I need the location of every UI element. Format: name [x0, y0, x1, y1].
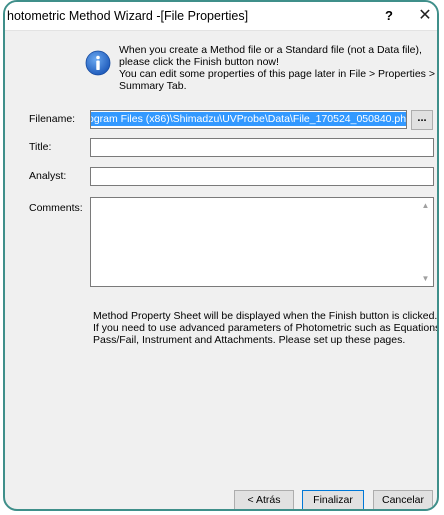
- browse-button[interactable]: ...: [411, 110, 433, 130]
- info-line: please click the Finish button now!: [119, 56, 279, 68]
- info-icon: [85, 50, 111, 76]
- filename-label: Filename:: [29, 113, 76, 125]
- comments-label: Comments:: [29, 202, 83, 214]
- info-line: Summary Tab.: [119, 80, 187, 92]
- wizard-dialog: hotometric Method Wizard -[File Properti…: [3, 0, 439, 511]
- back-button[interactable]: < Atrás: [234, 490, 294, 509]
- comments-scrollbar[interactable]: ▲ ▼: [418, 198, 433, 286]
- analyst-field[interactable]: [90, 167, 434, 186]
- comments-field[interactable]: ▲ ▼: [90, 197, 434, 287]
- note-line: If you need to use advanced parameters o…: [93, 322, 439, 334]
- finish-button[interactable]: Finalizar: [302, 490, 364, 509]
- finish-note: Method Property Sheet will be displayed …: [93, 310, 439, 346]
- note-line: Pass/Fail, Instrument and Attachments. P…: [93, 334, 406, 346]
- filename-field[interactable]: ogram Files (x86)\Shimadzu\UVProbe\Data\…: [90, 110, 407, 129]
- analyst-label: Analyst:: [29, 170, 67, 182]
- close-icon[interactable]: ✕: [415, 6, 435, 26]
- scroll-up-icon[interactable]: ▲: [418, 198, 433, 213]
- title-label: Title:: [29, 141, 52, 153]
- info-line: When you create a Method file or a Stand…: [119, 44, 422, 56]
- cancel-button[interactable]: Cancelar: [373, 490, 433, 509]
- filename-value: ogram Files (x86)\Shimadzu\UVProbe\Data\…: [91, 112, 406, 126]
- scroll-down-icon[interactable]: ▼: [418, 271, 433, 286]
- note-line: Method Property Sheet will be displayed …: [93, 310, 438, 322]
- title-bar[interactable]: hotometric Method Wizard -[File Properti…: [5, 2, 437, 31]
- info-message: When you create a Method file or a Stand…: [119, 44, 437, 92]
- help-button[interactable]: ?: [379, 6, 399, 26]
- window-title: hotometric Method Wizard -[File Properti…: [7, 9, 249, 23]
- info-line: You can edit some properties of this pag…: [119, 68, 435, 80]
- title-field[interactable]: [90, 138, 434, 157]
